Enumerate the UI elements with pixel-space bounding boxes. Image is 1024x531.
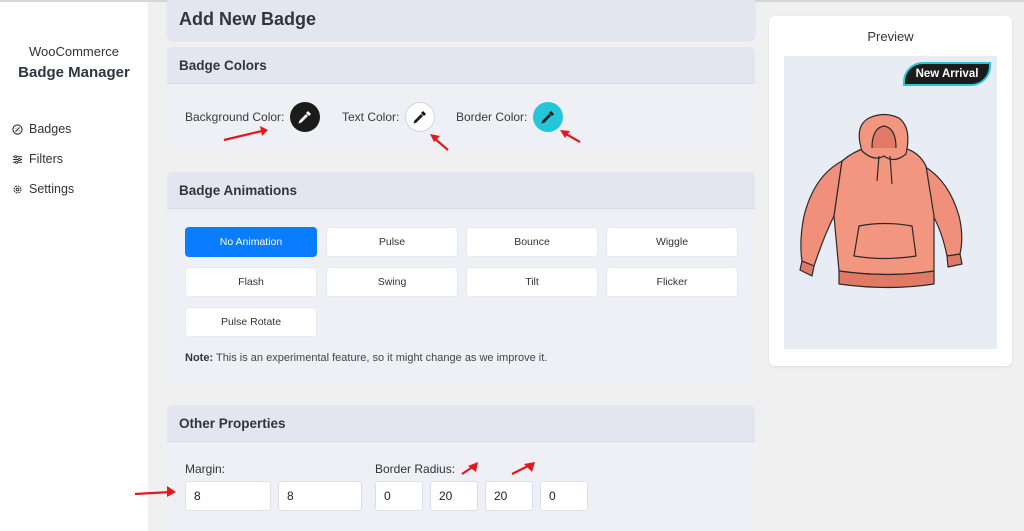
animation-tilt-button[interactable]: Tilt [466,267,598,297]
background-color-picker[interactable] [290,102,321,132]
other-properties-header: Other Properties [167,405,755,442]
annotation-arrow-icon [223,126,268,142]
page-title: Add New Badge [179,9,317,29]
brand-subtitle: WooCommerce [28,44,120,59]
text-color-picker[interactable] [405,102,436,132]
eyedropper-icon [413,111,427,124]
brand-title: Badge Manager [18,64,130,81]
sidebar: WooCommerce Badge Manager Badges Filters… [0,2,148,531]
hoodie-image [799,113,963,289]
border-radius-input-4[interactable] [540,481,588,511]
annotation-arrow-icon [560,130,581,143]
badge-animations-card: Badge Animations No Animation Pulse Boun… [167,172,755,384]
sidebar-item-label: Filters [29,152,64,166]
sidebar-item-badges[interactable]: Badges [12,119,71,139]
sidebar-item-label: Settings [29,182,75,196]
animation-note: Note: This is an experimental feature, s… [185,352,547,364]
border-color-field: Border Color: [456,102,564,132]
note-label: Note: [185,352,214,364]
eyedropper-icon [541,111,555,124]
sidebar-item-label: Badges [29,122,72,136]
sidebar-item-filters[interactable]: Filters [12,149,63,169]
annotation-arrow-icon [511,462,535,475]
animation-no-animation-button[interactable]: No Animation [185,227,317,257]
animation-bounce-button[interactable]: Bounce [466,227,598,257]
animation-flash-button[interactable]: Flash [185,267,317,297]
new-arrival-badge: New Arrival [903,62,991,86]
border-radius-input-3[interactable] [485,481,533,511]
text-color-field: Text Color: [342,102,436,132]
animation-flicker-button[interactable]: Flicker [606,267,738,297]
border-radius-input-2[interactable] [430,481,478,511]
annotation-arrow-icon [134,486,176,497]
annotation-arrow-icon [430,134,449,151]
product-image: New Arrival [784,56,997,349]
badge-colors-header: Badge Colors [167,47,755,84]
badge-animations-header: Badge Animations [167,172,755,209]
gear-icon [13,184,22,194]
eyedropper-icon [298,111,312,124]
note-text: This is an experimental feature, so it m… [215,352,548,364]
border-radius-label: Border Radius: [375,462,456,476]
background-color-label: Background Color: [185,110,285,124]
filters-icon [12,154,23,164]
animation-swing-button[interactable]: Swing [326,267,458,297]
page-header: Add New Badge [167,0,755,40]
border-color-label: Border Color: [456,110,528,124]
margin-input-2[interactable] [278,481,362,511]
preview-title: Preview [867,29,914,44]
annotation-arrow-icon [461,462,478,475]
badge-icon [12,123,23,135]
border-radius-input-1[interactable] [375,481,423,511]
sidebar-item-settings[interactable]: Settings [12,179,74,199]
text-color-label: Text Color: [342,110,400,124]
margin-label: Margin: [185,462,226,476]
margin-input-1[interactable] [185,481,271,511]
animation-pulse-button[interactable]: Pulse [326,227,458,257]
animation-pulse-rotate-button[interactable]: Pulse Rotate [185,307,317,337]
preview-panel: Preview New Arrival [769,16,1012,366]
animation-wiggle-button[interactable]: Wiggle [606,227,738,257]
